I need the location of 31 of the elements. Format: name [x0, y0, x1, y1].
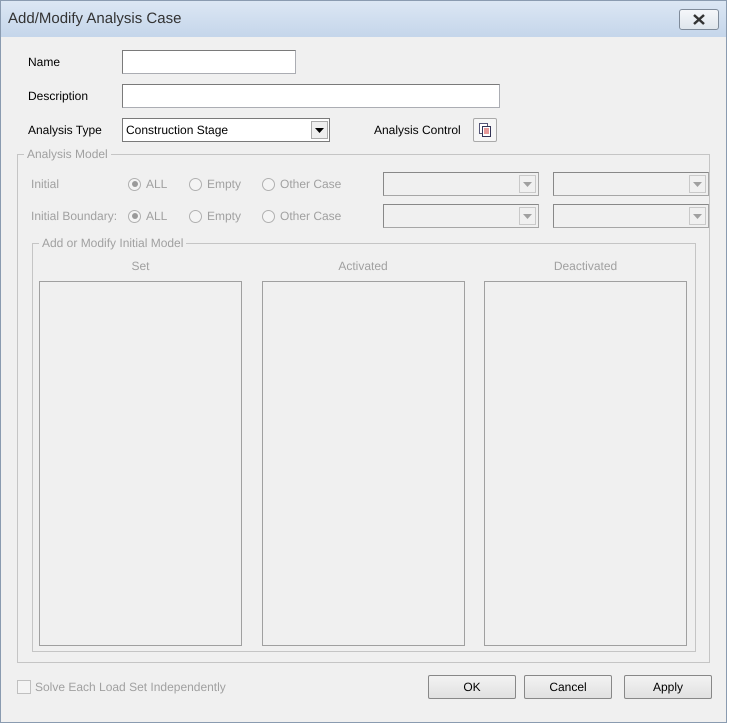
dropdown-arrow-icon [523, 214, 532, 218]
dropdown-arrow-icon [693, 214, 702, 218]
option-label: Initial Boundary: [31, 208, 118, 225]
column-heading: Deactivated [554, 258, 618, 275]
group-title: Add or Modify Initial Model [39, 235, 186, 251]
field-label: Analysis Type [28, 122, 103, 139]
field-label: Name [28, 54, 62, 71]
case-dropdown[interactable] [383, 172, 539, 196]
dialog-button[interactable]: OK [428, 675, 516, 699]
text-field[interactable] [122, 50, 296, 74]
group-title: Analysis Model [24, 146, 111, 162]
analysis-control-button[interactable] [472, 118, 497, 142]
case-dropdown[interactable] [383, 204, 539, 228]
field-label: Analysis Control [374, 122, 461, 139]
column-heading: Set [131, 258, 150, 275]
case-dropdown[interactable] [553, 172, 709, 196]
close-button[interactable] [679, 8, 719, 30]
case-dropdown[interactable] [553, 204, 709, 228]
text-field[interactable] [122, 84, 500, 108]
column-heading: Activated [338, 258, 388, 275]
analysis-type-dropdown[interactable]: Construction Stage [122, 118, 330, 142]
document-icon [478, 123, 491, 137]
dropdown-arrow-icon [693, 182, 702, 186]
window-title: Add/Modify Analysis Case [8, 8, 182, 29]
dropdown-arrow-icon [523, 182, 532, 186]
dropdown-arrow-icon [315, 128, 324, 132]
field-label: Description [28, 88, 90, 105]
dialog-button[interactable]: Apply [624, 675, 712, 699]
dialog-button[interactable]: Cancel [524, 675, 612, 699]
close-icon [693, 14, 705, 24]
option-label: Initial [31, 176, 60, 193]
